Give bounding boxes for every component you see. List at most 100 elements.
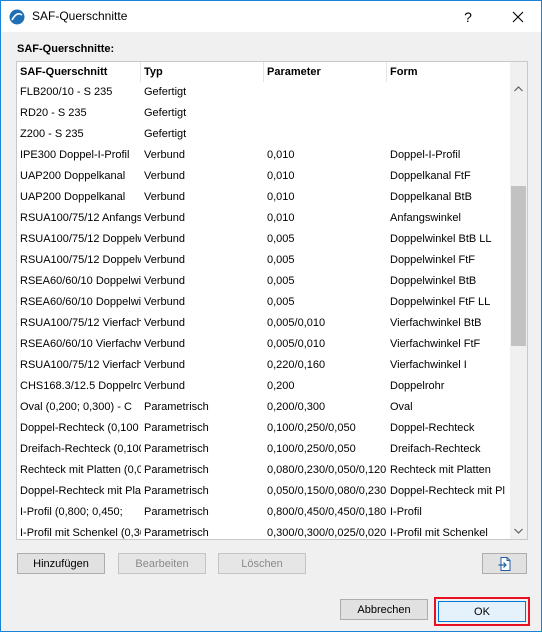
cell-name: RSUA100/75/12 Vierfachwinkel	[20, 317, 141, 329]
vertical-scrollbar[interactable]	[510, 62, 527, 539]
delete-button[interactable]: Löschen	[218, 553, 306, 574]
cell-type: Parametrisch	[144, 443, 209, 455]
table-row[interactable]: CHS168.3/12.5 Doppelrohr Verbund 0,200 Dopp…	[17, 376, 510, 397]
cell-type: Parametrisch	[144, 506, 209, 518]
table-row[interactable]: RSEA60/60/10 VierfachwinkelVerbund 0,005/…	[17, 334, 510, 355]
table-row[interactable]: RSUA100/75/12 VierfachwinkelVerbund 0,005…	[17, 313, 510, 334]
cell-form: Doppelwinkel FtF	[390, 254, 475, 266]
cell-name: I-Profil mit Schenkel (0,300	[20, 527, 141, 539]
close-icon	[512, 11, 524, 22]
table-row[interactable]: Dreifach-Rechteck (0,100 Parametrisch 0,10…	[17, 439, 510, 460]
table-row[interactable]: RD20 - S 235 Gefertigt	[17, 103, 510, 124]
cell-parameter: 0,100/0,250/0,050	[267, 443, 356, 455]
add-button[interactable]: Hinzufügen	[17, 553, 105, 574]
cell-type: Parametrisch	[144, 485, 209, 497]
cell-parameter: 0,200	[267, 380, 295, 392]
cell-name: RD20 - S 235	[20, 107, 87, 119]
cell-name: FLB200/10 - S 235	[20, 86, 113, 98]
table-row[interactable]: UAP200 Doppelkanal Verbund 0,010 Doppelkana…	[17, 187, 510, 208]
help-button[interactable]: ?	[445, 1, 491, 32]
cell-name: RSEA60/60/10 Doppelwinkel	[20, 275, 141, 287]
table-row[interactable]: FLB200/10 - S 235 Gefertigt	[17, 82, 510, 103]
cell-form: Doppelrohr	[390, 380, 445, 392]
table-row[interactable]: I-Profil (0,800; 0,450; Parametrisch 0,800…	[17, 502, 510, 523]
cell-form: Oval	[390, 401, 413, 413]
cell-type: Verbund	[144, 380, 185, 392]
edit-button[interactable]: Bearbeiten	[118, 553, 206, 574]
cell-parameter: 0,300/0,300/0,025/0,020	[267, 527, 387, 539]
cancel-button[interactable]: Abbrechen	[340, 599, 428, 620]
cell-type: Verbund	[144, 254, 185, 266]
cell-name: Doppel-Rechteck mit Platten	[20, 485, 141, 497]
cell-type: Parametrisch	[144, 401, 209, 413]
cell-type: Parametrisch	[144, 527, 209, 539]
cell-parameter: 0,005	[267, 275, 295, 287]
table-row[interactable]: RSUA100/75/12 AnfangswinkelVerbund 0,010 A…	[17, 208, 510, 229]
close-button[interactable]	[495, 1, 541, 32]
export-button[interactable]	[482, 553, 527, 574]
section-label: SAF-Querschnitte:	[17, 43, 115, 55]
table-row[interactable]: Doppel-Rechteck mit PlattenParametrisch 0…	[17, 481, 510, 502]
cell-type: Parametrisch	[144, 422, 209, 434]
table-row[interactable]: UAP200 Doppelkanal Verbund 0,010 Doppelkana…	[17, 166, 510, 187]
table-row[interactable]: Rechteck mit Platten (0,080Parametrisch 0…	[17, 460, 510, 481]
scroll-up-button[interactable]	[510, 80, 527, 97]
cell-parameter: 0,010	[267, 170, 295, 182]
cell-type: Verbund	[144, 359, 185, 371]
cell-form: Doppel-Rechteck	[390, 422, 475, 434]
cell-name: RSEA60/60/10 Doppelwinkel	[20, 296, 141, 308]
title-bar: SAF-Querschnitte ?	[1, 1, 541, 32]
cell-type: Verbund	[144, 212, 185, 224]
table-row[interactable]: RSUA100/75/12 DoppelwinkelVerbund 0,005 Do…	[17, 250, 510, 271]
cell-form: Vierfachwinkel I	[390, 359, 467, 371]
window-title: SAF-Querschnitte	[32, 9, 128, 23]
table-row[interactable]: RSEA60/60/10 DoppelwinkelVerbund 0,005 Dop…	[17, 292, 510, 313]
cell-name: IPE300 Doppel-I-Profil	[20, 149, 130, 161]
column-header-parameter[interactable]: Parameter	[264, 62, 387, 82]
cell-form	[387, 124, 510, 145]
cell-form: Vierfachwinkel FtF	[390, 338, 481, 350]
table-row[interactable]: RSUA100/75/12 DoppelwinkelVerbund 0,005 Do…	[17, 229, 510, 250]
cell-type: Gefertigt	[144, 86, 187, 98]
cell-name: RSUA100/75/12 Doppelwinkel	[20, 254, 141, 266]
cell-parameter: 0,100/0,250/0,050	[267, 422, 356, 434]
cell-form	[387, 103, 510, 124]
ok-button-highlight: OK	[434, 597, 530, 626]
cell-name: UAP200 Doppelkanal	[20, 191, 126, 203]
cell-form	[387, 82, 510, 103]
cell-type: Verbund	[144, 170, 185, 182]
table-row[interactable]: Oval (0,200; 0,300) - C Parametrisch 0,200…	[17, 397, 510, 418]
ok-button[interactable]: OK	[438, 601, 526, 622]
cell-type: Gefertigt	[144, 128, 187, 140]
cell-parameter: 0,200/0,300	[267, 401, 326, 413]
table-row[interactable]: RSEA60/60/10 DoppelwinkelVerbund 0,005 Dop…	[17, 271, 510, 292]
cell-parameter: 0,005	[267, 254, 295, 266]
cell-parameter: 0,005	[267, 296, 295, 308]
chevron-up-icon	[514, 85, 523, 91]
sections-list[interactable]: SAF-Querschnitt Typ Parameter Form FLB20…	[16, 61, 528, 540]
column-header-name[interactable]: SAF-Querschnitt	[17, 62, 141, 82]
table-row[interactable]: Z200 - S 235 Gefertigt	[17, 124, 510, 145]
cell-name: Oval (0,200; 0,300) - C	[20, 401, 132, 413]
table-row[interactable]: I-Profil mit Schenkel (0,300 Parametrisch…	[17, 523, 510, 539]
cell-parameter: 0,220/0,160	[267, 359, 326, 371]
cell-name: RSEA60/60/10 Vierfachwinkel	[20, 338, 141, 350]
cell-name: Rechteck mit Platten (0,080	[20, 464, 141, 476]
cell-name: RSUA100/75/12 Vierfachwinkel	[20, 359, 141, 371]
cell-parameter	[264, 82, 387, 103]
cell-form: I-Profil	[390, 506, 422, 518]
cell-parameter: 0,005/0,010	[267, 317, 326, 329]
cell-name: RSUA100/75/12 Doppelwinkel	[20, 233, 141, 245]
table-row[interactable]: IPE300 Doppel-I-Profil Verbund 0,010 Doppel…	[17, 145, 510, 166]
cell-form: Vierfachwinkel BtB	[390, 317, 482, 329]
cell-type: Verbund	[144, 149, 185, 161]
column-header-form[interactable]: Form	[387, 62, 510, 82]
scroll-thumb[interactable]	[511, 186, 526, 346]
cell-parameter: 0,010	[267, 191, 295, 203]
table-row[interactable]: RSUA100/75/12 VierfachwinkelVerbund 0,220…	[17, 355, 510, 376]
column-header-type[interactable]: Typ	[141, 62, 264, 82]
cell-form: Doppelkanal BtB	[390, 191, 472, 203]
table-row[interactable]: Doppel-Rechteck (0,100 Parametrisch 0,100/…	[17, 418, 510, 439]
scroll-down-button[interactable]	[510, 522, 527, 539]
cell-parameter	[264, 103, 387, 124]
